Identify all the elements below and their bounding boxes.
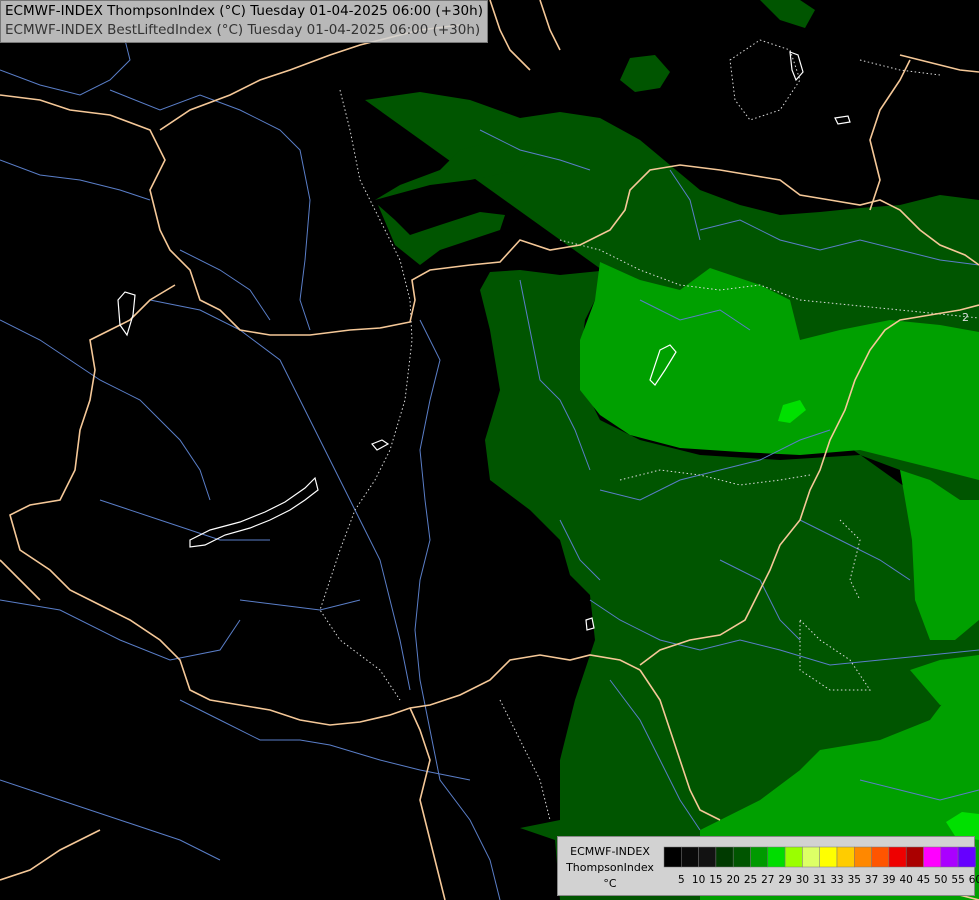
legend-tick: 37 bbox=[864, 874, 879, 886]
legend-swatch bbox=[905, 846, 924, 868]
legend-tick: 60 bbox=[968, 874, 979, 886]
legend-tick: 15 bbox=[709, 874, 723, 886]
legend-swatch bbox=[784, 846, 803, 868]
legend-tick: 39 bbox=[882, 874, 896, 886]
legend-swatch bbox=[923, 846, 942, 868]
legend-tick: 27 bbox=[761, 874, 775, 886]
legend-tick: 25 bbox=[743, 874, 758, 886]
legend-color-bar bbox=[663, 846, 976, 868]
legend-swatch bbox=[715, 846, 734, 868]
legend-swatch bbox=[732, 846, 751, 868]
legend-tick: 55 bbox=[951, 874, 965, 886]
legend-tick: 33 bbox=[830, 874, 844, 886]
legend-tick: 45 bbox=[916, 874, 931, 886]
legend-swatch bbox=[681, 846, 699, 868]
legend-swatch bbox=[888, 846, 907, 868]
legend-swatch bbox=[698, 846, 717, 868]
legend-swatch bbox=[836, 846, 855, 868]
legend-tick: 20 bbox=[726, 874, 740, 886]
legend-swatch bbox=[957, 846, 976, 868]
legend-swatch bbox=[940, 846, 959, 868]
legend-tick: 40 bbox=[899, 874, 913, 886]
map-title-box: ECMWF-INDEX ThompsonIndex (°C) Tuesday 0… bbox=[0, 0, 488, 43]
legend-tick: 29 bbox=[778, 874, 792, 886]
weather-map bbox=[0, 0, 979, 900]
legend-swatch bbox=[975, 846, 976, 868]
legend-swatch bbox=[871, 846, 890, 868]
legend-tick: 10 bbox=[691, 874, 706, 886]
title-best-lifted-index: ECMWF-INDEX BestLiftedIndex (°C) Tuesday… bbox=[5, 22, 481, 38]
legend-tick: 50 bbox=[934, 874, 948, 886]
map-stage: 2 ECMWF-INDEX ThompsonIndex (°C) Tuesday… bbox=[0, 0, 979, 900]
legend-swatch bbox=[802, 846, 820, 868]
title-thompson-index: ECMWF-INDEX ThompsonIndex (°C) Tuesday 0… bbox=[5, 3, 483, 19]
legend-swatch bbox=[767, 846, 786, 868]
contour-value-label: 2 bbox=[962, 311, 969, 324]
legend-swatch bbox=[854, 846, 872, 868]
color-legend: ECMWF-INDEX ThompsonIndex °C 5 10 15 20 25 27… bbox=[557, 836, 979, 896]
legend-tick: 30 bbox=[795, 874, 810, 886]
legend-tick: 5 bbox=[677, 874, 685, 886]
legend-swatch bbox=[819, 846, 838, 868]
legend-tick: 35 bbox=[847, 874, 861, 886]
legend-swatch bbox=[663, 846, 682, 868]
legend-swatch bbox=[750, 846, 769, 868]
legend-tick-labels: 5 10 15 20 25 27 29 30 31 33 35 37 39 40 45 50 55 60 bbox=[558, 874, 979, 888]
legend-tick: 31 bbox=[813, 874, 827, 886]
